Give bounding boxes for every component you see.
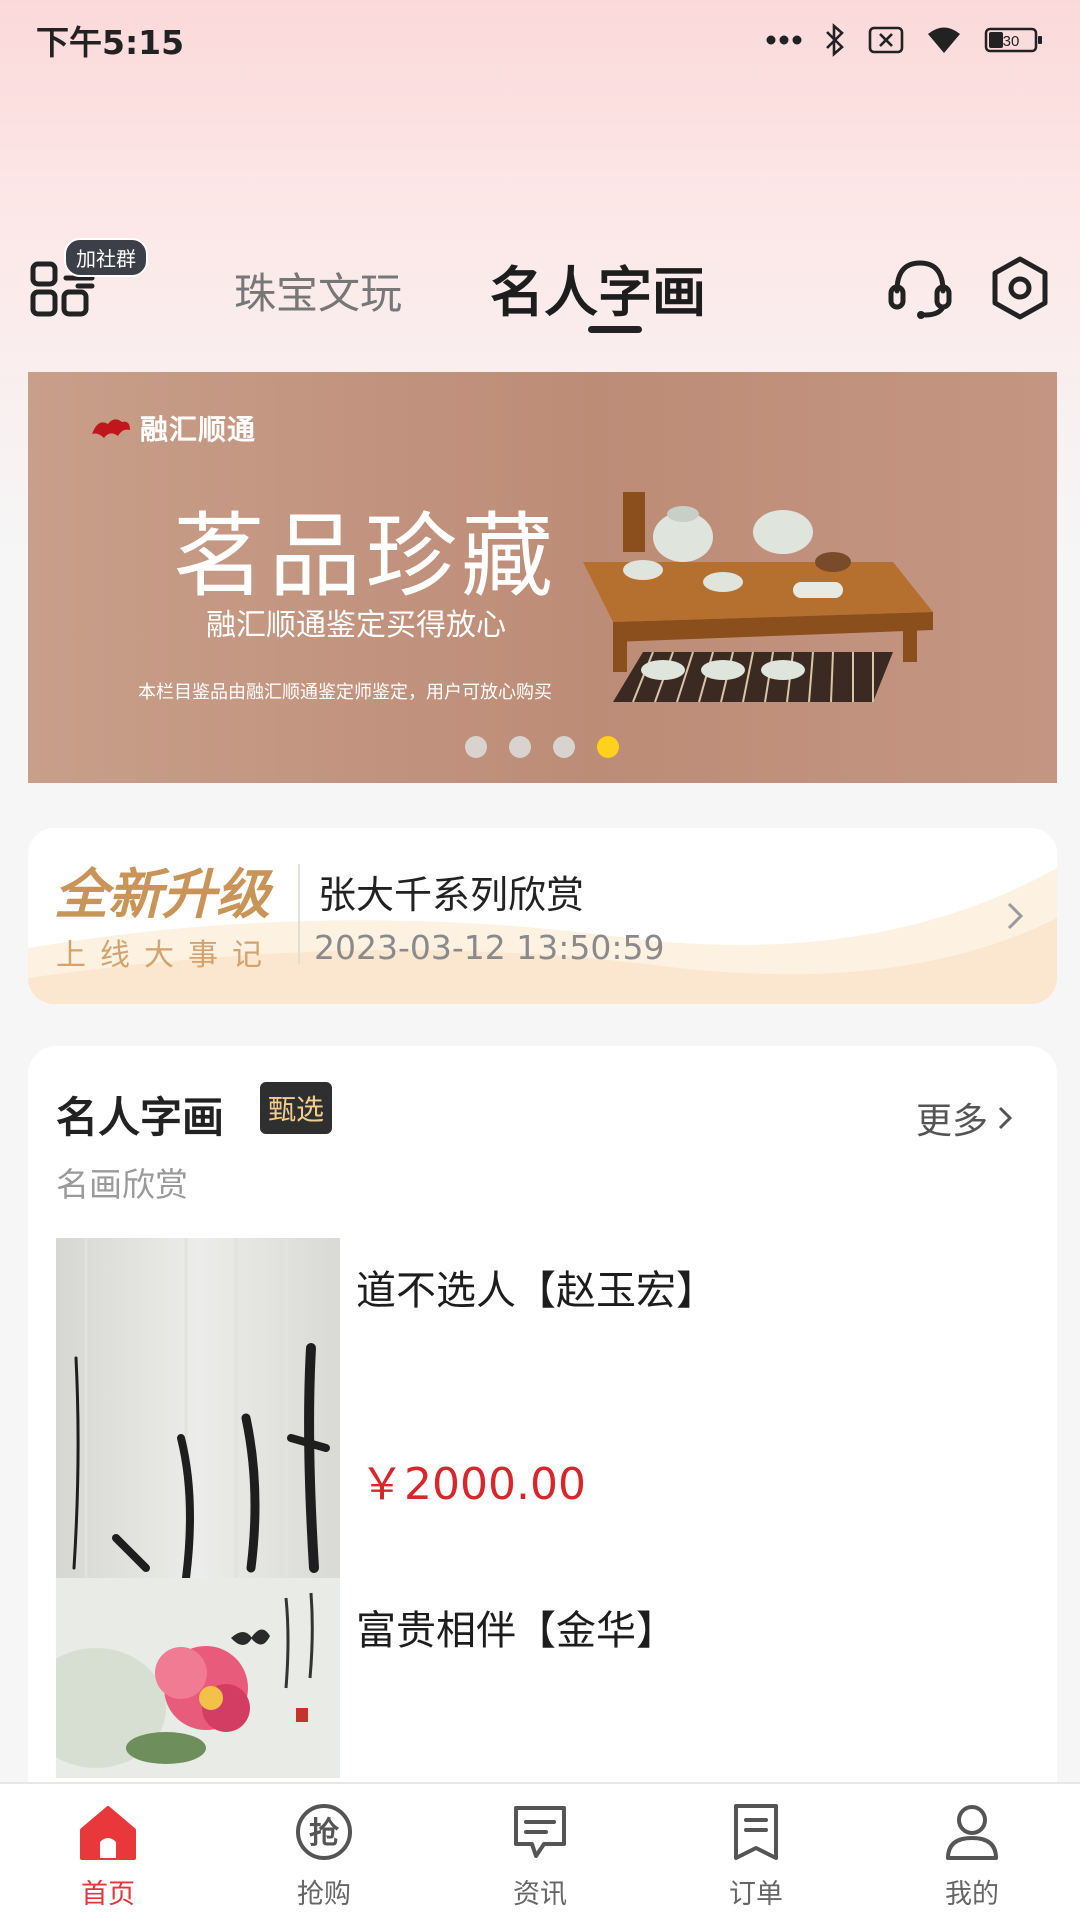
news-logo-milestones: 上线大事记 (56, 938, 276, 973)
tabbar-item-orders[interactable]: 订单 (648, 1784, 864, 1920)
news-divider (298, 864, 300, 964)
svg-text:30: 30 (1003, 33, 1020, 50)
news-title: 张大千系列欣赏 (318, 873, 585, 917)
settings-button[interactable] (984, 252, 1056, 324)
headset-icon (888, 260, 952, 319)
section-title: 名人字画 (56, 1093, 225, 1142)
status-time: 下午5:15 (36, 23, 185, 62)
product-name: 道不选人【赵玉宏】 (356, 1268, 716, 1314)
banner-dot-active[interactable] (597, 736, 619, 758)
tabbar-label: 我的 (945, 1879, 999, 1910)
product-name: 富贵相伴【金华】 (356, 1608, 676, 1654)
battery-icon: 30 (984, 26, 1044, 54)
tabbar-label: 订单 (729, 1879, 783, 1910)
banner-title: 茗品珍藏 (173, 503, 558, 610)
news-icon (508, 1800, 572, 1864)
tabbar-label: 首页 (81, 1879, 135, 1910)
banner-dot[interactable] (465, 736, 487, 758)
more-link[interactable]: 更多 (916, 1092, 1014, 1144)
status-bar: 下午5:15 30 (0, 0, 1080, 80)
banner-brand-name: 融汇顺通 (140, 413, 257, 446)
status-icons: 30 (766, 23, 1044, 57)
banner-pagination (465, 736, 619, 758)
banner-dot[interactable] (509, 736, 531, 758)
tabbar-item-profile[interactable]: 我的 (864, 1784, 1080, 1920)
bluetooth-icon (824, 23, 846, 57)
active-tab-indicator (588, 326, 642, 333)
home-icon (76, 1800, 140, 1864)
tab-jewelry-antiques[interactable]: 珠宝文玩 (234, 260, 402, 321)
tabbar-label: 资讯 (513, 1879, 567, 1910)
svg-text:抢: 抢 (309, 1816, 340, 1851)
tabbar-item-news[interactable]: 资讯 (432, 1784, 648, 1920)
product-card[interactable]: 富贵相伴【金华】 (56, 1578, 1036, 1778)
more-dots-icon (766, 35, 802, 45)
sim-icon (868, 26, 904, 54)
product-image (56, 1578, 340, 1778)
section-subtitle: 名画欣赏 (56, 1165, 188, 1204)
chevron-right-icon (998, 1106, 1013, 1130)
product-card[interactable]: 道不选人【赵玉宏】 ￥2000.00 (56, 1238, 1036, 1578)
product-image (56, 1238, 340, 1578)
promo-banner[interactable]: 融汇顺通 茗品珍藏 融汇顺通鉴定买得放心 本栏目鉴品由融汇顺通鉴定师鉴定，用户可… (28, 372, 1057, 783)
tabbar-item-flash-sale[interactable]: 抢 抢购 (216, 1784, 432, 1920)
banner-subtitle: 融汇顺通鉴定买得放心 (206, 608, 506, 643)
join-group-badge[interactable]: 加社群 (64, 238, 148, 277)
bottom-tab-bar: 首页 抢 抢购 资讯 订单 我的 (0, 1782, 1080, 1920)
chevron-right-icon (1007, 902, 1024, 930)
customer-service-button[interactable] (884, 252, 956, 324)
settings-icon (992, 256, 1048, 320)
news-card[interactable]: 全新升级 上线大事记 张大千系列欣赏 2023-03-12 13:50:59 (28, 828, 1057, 1004)
banner-brand: 融汇顺通 (90, 408, 256, 448)
tabbar-item-home[interactable]: 首页 (0, 1784, 216, 1920)
flash-sale-icon: 抢 (292, 1800, 356, 1864)
banner-note: 本栏目鉴品由融汇顺通鉴定师鉴定，用户可放心购买 (138, 682, 552, 703)
banner-dot[interactable] (553, 736, 575, 758)
brand-dragon-logo-icon (92, 419, 130, 438)
orders-icon (724, 1800, 788, 1864)
section-badge: 甄选 (260, 1082, 333, 1134)
tabbar-label: 抢购 (297, 1879, 351, 1910)
tea-set-image (583, 492, 933, 703)
header: 加社群 珠宝文玩 名人字画 (0, 230, 1080, 350)
news-timestamp: 2023-03-12 13:50:59 (314, 928, 665, 967)
more-label: 更多 (916, 1101, 989, 1142)
product-price: ￥2000.00 (360, 1459, 586, 1510)
profile-icon (940, 1800, 1004, 1864)
news-logo-upgrade: 全新升级 (54, 863, 270, 926)
tab-celebrity-calligraphy[interactable]: 名人字画 (490, 248, 706, 327)
wifi-icon (926, 25, 962, 55)
